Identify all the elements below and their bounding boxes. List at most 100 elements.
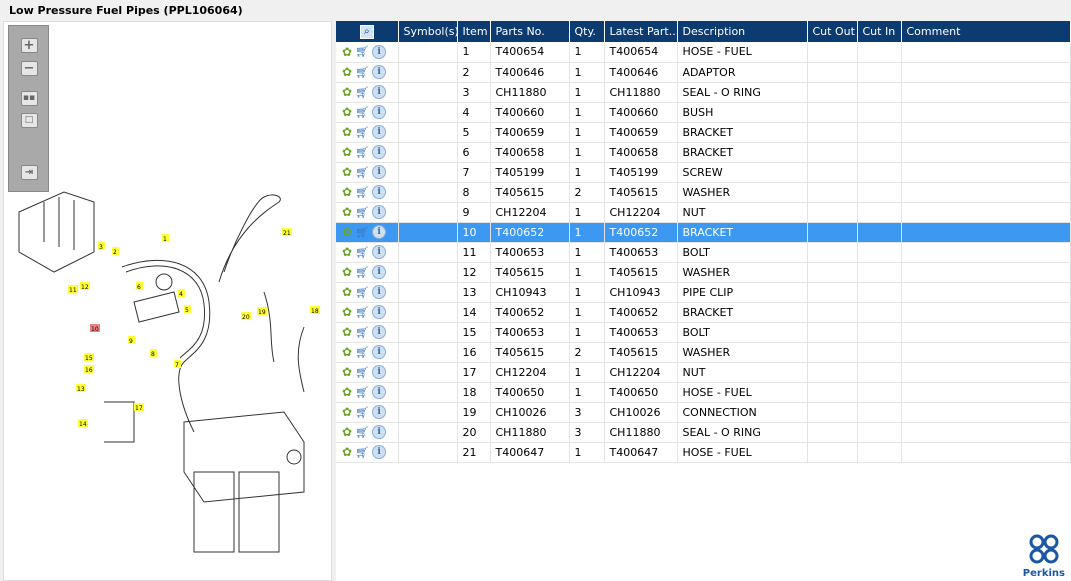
cart-icon[interactable]: 🛒︎: [355, 146, 369, 159]
column-header-item[interactable]: Item: [457, 21, 491, 42]
info-icon[interactable]: i: [372, 225, 387, 239]
table-row[interactable]: ✿ 🛒︎ i 21 T400647 1 T400647 HOSE - FUEL: [336, 442, 1071, 463]
column-header-search[interactable]: ⌕: [336, 21, 399, 42]
exploded-parts-diagram[interactable]: 1234567891011 12131415161718192021: [4, 172, 333, 562]
gear-icon[interactable]: ✿: [342, 345, 352, 359]
gear-icon[interactable]: ✿: [342, 365, 352, 379]
gear-icon[interactable]: ✿: [342, 145, 352, 159]
callout-label[interactable]: 12: [81, 284, 89, 291]
info-icon[interactable]: i: [372, 145, 387, 159]
info-icon[interactable]: i: [372, 445, 387, 459]
column-header-parts-no[interactable]: Parts No.: [490, 21, 570, 42]
callout-label[interactable]: 7: [175, 362, 179, 369]
cart-icon[interactable]: 🛒︎: [355, 246, 369, 259]
search-parts-icon[interactable]: ⌕: [359, 25, 374, 39]
table-row[interactable]: ✿ 🛒︎ i 9 CH12204 1 CH12204 NUT: [336, 202, 1071, 223]
callout-label[interactable]: 21: [283, 230, 291, 237]
fit-button[interactable]: ▪▪: [19, 89, 39, 107]
callout-label[interactable]: 17: [135, 405, 143, 412]
info-icon[interactable]: i: [372, 245, 387, 259]
column-header-cut-in[interactable]: Cut In: [857, 21, 902, 42]
gear-icon[interactable]: ✿: [342, 165, 352, 179]
info-icon[interactable]: i: [372, 405, 387, 419]
cart-icon[interactable]: 🛒︎: [355, 326, 369, 339]
table-row[interactable]: ✿ 🛒︎ i 7 T405199 1 T405199 SCREW: [336, 162, 1071, 183]
cart-icon[interactable]: 🛒︎: [355, 366, 369, 379]
cart-icon[interactable]: 🛒︎: [355, 126, 369, 139]
info-icon[interactable]: i: [372, 345, 387, 359]
table-row[interactable]: ✿ 🛒︎ i 3 CH11880 1 CH11880 SEAL - O RING: [336, 82, 1071, 103]
table-row[interactable]: ✿ 🛒︎ i 20 CH11880 3 CH11880 SEAL - O RING: [336, 422, 1071, 443]
info-icon[interactable]: i: [372, 105, 387, 119]
callout-label[interactable]: 11: [69, 287, 77, 294]
callout-label[interactable]: 10: [91, 326, 99, 333]
column-header-latest-part[interactable]: Latest Part...: [604, 21, 678, 42]
cart-icon[interactable]: 🛒︎: [355, 66, 369, 79]
actual-size-button[interactable]: □: [19, 111, 39, 129]
table-row[interactable]: ✿ 🛒︎ i 4 T400660 1 T400660 BUSH: [336, 102, 1071, 123]
info-icon[interactable]: i: [372, 185, 387, 199]
zoom-out-button[interactable]: −: [19, 59, 39, 77]
gear-icon[interactable]: ✿: [342, 185, 352, 199]
gear-icon[interactable]: ✿: [342, 265, 352, 279]
info-icon[interactable]: i: [372, 85, 387, 99]
column-header-comment[interactable]: Comment: [901, 21, 1071, 42]
column-header-symbol-s[interactable]: Symbol(s): [398, 21, 458, 42]
gear-icon[interactable]: ✿: [342, 425, 352, 439]
cart-icon[interactable]: 🛒︎: [355, 266, 369, 279]
table-row[interactable]: ✿ 🛒︎ i 14 T400652 1 T400652 BRACKET: [336, 302, 1071, 323]
cart-icon[interactable]: 🛒︎: [355, 386, 369, 399]
callout-label[interactable]: 4: [179, 291, 183, 298]
callout-label[interactable]: 2: [113, 249, 117, 256]
column-header-qty[interactable]: Qty.: [569, 21, 605, 42]
info-icon[interactable]: i: [372, 205, 387, 219]
cart-icon[interactable]: 🛒︎: [355, 446, 369, 459]
gear-icon[interactable]: ✿: [342, 445, 352, 459]
cart-icon[interactable]: 🛒︎: [355, 346, 369, 359]
info-icon[interactable]: i: [372, 365, 387, 379]
callout-label[interactable]: 20: [242, 314, 250, 321]
table-row[interactable]: ✿ 🛒︎ i 15 T400653 1 T400653 BOLT: [336, 322, 1071, 343]
info-icon[interactable]: i: [372, 65, 387, 79]
cart-icon[interactable]: 🛒︎: [355, 86, 369, 99]
info-icon[interactable]: i: [372, 265, 387, 279]
gear-icon[interactable]: ✿: [342, 65, 352, 79]
gear-icon[interactable]: ✿: [342, 205, 352, 219]
cart-icon[interactable]: 🛒︎: [355, 186, 369, 199]
info-icon[interactable]: i: [372, 125, 387, 139]
table-row[interactable]: ✿ 🛒︎ i 10 T400652 1 T400652 BRACKET: [336, 222, 1071, 243]
table-row[interactable]: ✿ 🛒︎ i 2 T400646 1 T400646 ADAPTOR: [336, 62, 1071, 83]
info-icon[interactable]: i: [372, 425, 387, 439]
table-row[interactable]: ✿ 🛒︎ i 11 T400653 1 T400653 BOLT: [336, 242, 1071, 263]
callout-label[interactable]: 16: [85, 367, 93, 374]
info-icon[interactable]: i: [372, 385, 387, 399]
gear-icon[interactable]: ✿: [342, 105, 352, 119]
callout-label[interactable]: 5: [185, 307, 189, 314]
gear-icon[interactable]: ✿: [342, 385, 352, 399]
gear-icon[interactable]: ✿: [342, 85, 352, 99]
callout-label[interactable]: 13: [77, 386, 85, 393]
callout-label[interactable]: 18: [311, 308, 319, 315]
callout-label[interactable]: 6: [137, 284, 141, 291]
table-row[interactable]: ✿ 🛒︎ i 8 T405615 2 T405615 WASHER: [336, 182, 1071, 203]
gear-icon[interactable]: ✿: [342, 225, 352, 239]
cart-icon[interactable]: 🛒︎: [355, 166, 369, 179]
table-row[interactable]: ✿ 🛒︎ i 19 CH10026 3 CH10026 CONNECTION: [336, 402, 1071, 423]
zoom-in-button[interactable]: +: [19, 36, 39, 54]
table-row[interactable]: ✿ 🛒︎ i 16 T405615 2 T405615 WASHER: [336, 342, 1071, 363]
info-icon[interactable]: i: [372, 305, 387, 319]
gear-icon[interactable]: ✿: [342, 305, 352, 319]
table-row[interactable]: ✿ 🛒︎ i 5 T400659 1 T400659 BRACKET: [336, 122, 1071, 143]
column-header-description[interactable]: Description: [677, 21, 808, 42]
cart-icon[interactable]: 🛒︎: [355, 45, 369, 58]
table-row[interactable]: ✿ 🛒︎ i 18 T400650 1 T400650 HOSE - FUEL: [336, 382, 1071, 403]
info-icon[interactable]: i: [372, 44, 387, 59]
callout-label[interactable]: 14: [79, 421, 87, 428]
gear-icon[interactable]: ✿: [342, 45, 352, 59]
cart-icon[interactable]: 🛒︎: [355, 106, 369, 119]
callout-label[interactable]: 8: [151, 351, 155, 358]
info-icon[interactable]: i: [372, 325, 387, 339]
cart-icon[interactable]: 🛒︎: [355, 206, 369, 219]
cart-icon[interactable]: 🛒︎: [355, 406, 369, 419]
table-row[interactable]: ✿ 🛒︎ i 13 CH10943 1 CH10943 PIPE CLIP: [336, 282, 1071, 303]
